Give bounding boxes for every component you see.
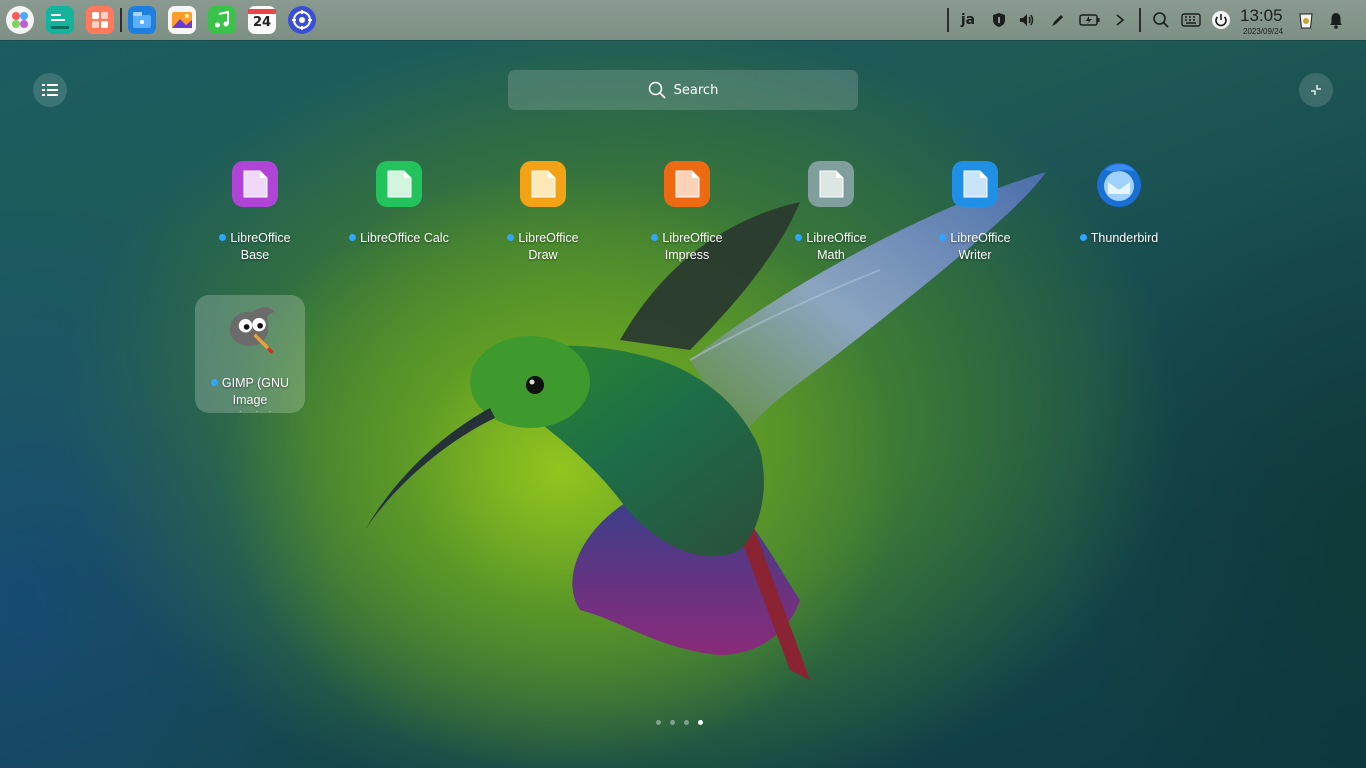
new-app-indicator [651,234,659,241]
app-label: LibreOffice Writer [924,230,1026,264]
battery-icon[interactable] [1078,10,1102,30]
libreoffice-writer-icon [952,161,998,207]
security-icon[interactable] [989,10,1009,30]
app-gimp[interactable]: GIMP (GNU Image Manipulation Program) [195,295,305,413]
list-icon [42,84,58,96]
search-icon[interactable] [1151,10,1171,30]
app-name: Thunderbird [1090,231,1159,245]
taskbar: 24 ja 13:05 2023/09/24 [0,0,1366,40]
pen-icon[interactable] [1048,10,1068,30]
app-name: LibreOffice Base [230,231,291,262]
new-app-indicator [507,234,515,241]
app-name: LibreOffice Writer [950,231,1011,262]
settings-icon[interactable] [288,6,316,34]
page-dot-4-active[interactable] [698,720,703,725]
page-dot-2[interactable] [670,720,675,725]
thunderbird-icon [1097,163,1141,207]
page-dot-3[interactable] [684,720,689,725]
search-box[interactable]: Search [508,70,858,110]
app-label: LibreOffice Draw [492,230,594,264]
app-name: LibreOffice Draw [518,231,579,262]
page-dot-1[interactable] [656,720,661,725]
category-view-button[interactable] [33,73,67,107]
search-placeholder: Search [673,82,719,98]
wallpaper-shade-left [0,40,360,768]
app-name: LibreOffice Impress [662,231,723,262]
new-app-indicator [349,234,357,241]
app-label: LibreOffice Base [204,230,306,264]
expand-tray-icon[interactable] [1110,10,1130,30]
file-manager-icon[interactable] [128,6,156,34]
new-app-indicator [795,234,803,241]
wallpaper-shade-right [1006,40,1366,768]
terminal-icon[interactable] [46,6,74,34]
app-libreoffice-calc[interactable]: LibreOffice Calc [344,154,454,272]
trash-icon[interactable] [1296,10,1316,30]
volume-icon[interactable] [1017,10,1037,30]
gimp-icon [229,307,275,354]
image-viewer-icon[interactable] [168,6,196,34]
app-libreoffice-draw[interactable]: LibreOffice Draw [488,154,598,272]
new-app-indicator [1079,234,1087,241]
power-icon[interactable] [1211,10,1231,30]
taskbar-separator [120,8,122,32]
collapse-icon [1311,85,1321,95]
app-label: LibreOffice Impress [636,230,738,264]
app-libreoffice-math[interactable]: LibreOffice Math [776,154,886,272]
app-label: LibreOffice Math [780,230,882,264]
notification-bell-icon[interactable] [1326,10,1346,30]
new-app-indicator [210,379,218,386]
calendar-icon[interactable]: 24 [248,6,276,34]
new-app-indicator [939,234,947,241]
exit-fullscreen-button[interactable] [1299,73,1333,107]
page-indicator [656,720,703,725]
music-icon[interactable] [208,6,236,34]
app-label: GIMP (GNU Image Manipulation Program) [199,375,301,412]
app-name: LibreOffice Math [806,231,867,262]
keyboard-icon[interactable] [1180,10,1202,30]
input-method-label: ja [960,12,976,28]
libreoffice-math-icon [808,161,854,207]
clock-time[interactable]: 13:05 [1240,6,1283,26]
app-label: Thunderbird [1068,230,1170,247]
libreoffice-impress-icon [664,161,710,207]
input-method-indicator[interactable]: ja [958,10,978,30]
calendar-day: 24 [252,15,272,30]
app-libreoffice-writer[interactable]: LibreOffice Writer [920,154,1030,272]
app-label: LibreOffice Calc [348,230,450,247]
search-icon [648,81,666,99]
launcher-icon[interactable] [6,6,34,34]
app-libreoffice-base[interactable]: LibreOffice Base [200,154,310,272]
app-name: LibreOffice Calc [360,231,449,245]
libreoffice-draw-icon [520,161,566,207]
libreoffice-calc-icon [376,161,422,207]
libreoffice-base-icon [232,161,278,207]
clock-date[interactable]: 2023/09/24 [1243,27,1283,36]
tray-separator-left [947,8,949,32]
tray-separator-right [1139,8,1141,32]
app-name: GIMP (GNU Image Manipulation Program) [215,376,290,412]
app-thunderbird[interactable]: Thunderbird [1064,154,1174,272]
multitask-view-icon[interactable] [86,6,114,34]
app-libreoffice-impress[interactable]: LibreOffice Impress [632,154,742,272]
new-app-indicator [219,234,227,241]
